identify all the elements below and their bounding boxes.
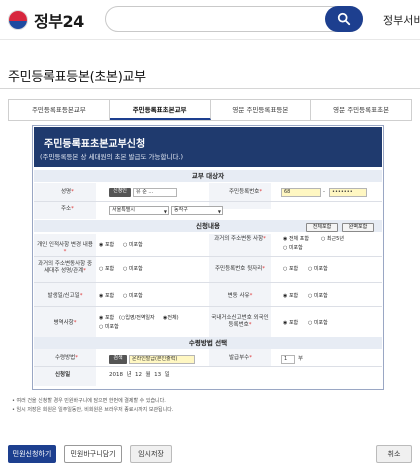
issue-date-exclude-radio[interactable]: ○ 미포함 [123,293,143,300]
military-all-radio[interactable]: ◉전체) [163,315,179,322]
tab-english-copy[interactable]: 영문 주민등록표등본 [210,100,312,120]
rrn-back-field[interactable]: ••••••• [329,188,367,197]
copies-label: 발급부수* [229,355,252,361]
receipt-method-label: 수령방법* [55,355,78,361]
row-divider [34,201,382,202]
chevron-down-icon: ▼ [217,209,221,214]
search-button[interactable] [325,6,363,32]
receipt-search-button[interactable]: 검색 [109,355,127,364]
foreign-id-label: 국내거소신고번호 외국인등록번호* [211,315,269,328]
notice-list: • 여러 건을 신청할 경우 민원바구니에 담으면 한번에 결제할 수 있습니다… [12,397,173,415]
rrn-label: 주민등록번호* [229,189,263,195]
receipt-method-field[interactable]: 온라인발급(본인출력) [129,355,195,364]
change-reason-include-radio[interactable]: ◉ 포함 [283,293,298,300]
full-include-button[interactable]: 완벽포함 [342,223,374,232]
applicant-button[interactable]: 신청인 [109,188,131,197]
tab-english-abstract[interactable]: 영문 주민등록표초본 [311,100,411,120]
householder-include-radio[interactable]: ○ 포함 [99,266,114,273]
copies-unit: 부 [298,356,304,362]
temp-save-button[interactable]: 임시저장 [130,445,172,463]
site-logo[interactable]: 정부24 [8,9,84,31]
include-all-button[interactable]: 전체포함 [306,223,338,232]
past-address-all-radio[interactable]: ◉ 전체 포함 [283,236,309,243]
notice-item: • 여러 건을 신청할 경우 민원바구니에 담으면 한번에 결제할 수 있습니다… [12,398,166,404]
chevron-down-icon: ▼ [163,209,167,214]
change-reason-exclude-radio[interactable]: ○ 미포함 [308,293,328,300]
military-include-radio[interactable]: ◉ 포함 [99,315,114,322]
title-divider [0,88,420,89]
row-divider [34,256,382,257]
district-select[interactable]: 동작구 ▼ [171,206,223,215]
address-label: 주소* [61,206,74,212]
rrn-dash: - [323,189,325,195]
issue-date-label: 발생일/신고일* [47,293,83,299]
form-header: 주민등록표초본교부신청 (주민등록등본 상 세대원의 초본 발급도 가능합니다.… [34,127,382,167]
military-exclude-radio[interactable]: ○ 미포함 [99,324,119,331]
form-title: 주민등록표초본교부신청 [44,139,146,150]
personal-history-label: 개인 인적사항 변경 내용* [37,242,93,255]
application-form: 주민등록표초본교부신청 (주민등록등본 상 세대원의 초본 발급도 가능합니다.… [32,125,384,390]
form-subtitle: (주민등록등본 상 세대원의 초본 발급도 가능합니다.) [40,153,184,161]
name-field[interactable]: 유 순 ... [133,188,177,197]
city-select[interactable]: 서울특별시 ▼ [109,206,169,215]
cancel-button[interactable]: 취소 [376,445,412,463]
section-receipt: 수령방법 선택 [34,337,382,349]
past-address-label: 과거의 주소변동 사항* [214,236,266,242]
document-type-tabs: 주민등록표등본교부 주민등록표초본교부 영문 주민등록표등본 영문 주민등록표초… [8,99,412,121]
issue-date-include-radio[interactable]: ◉ 포함 [99,293,114,300]
military-label: 병역사항* [53,320,77,326]
logo-text: 정부24 [34,12,84,31]
tab-resident-abstract[interactable]: 주민등록표초본교부 [109,100,211,120]
section-target: 교부 대상자 [34,170,382,182]
personal-history-exclude-radio[interactable]: ○ 미포함 [123,242,143,249]
rrn-front-field[interactable]: 68 [281,188,321,197]
row-divider [34,366,382,367]
foreign-exclude-radio[interactable]: ○ 미포함 [308,320,328,327]
military-dates-radio[interactable]: (○입영/전역일자 [119,315,155,322]
rrn-back-exclude-radio[interactable]: ○ 미포함 [308,266,328,273]
apply-date-label: 신청일 [55,372,71,378]
row-divider [34,306,382,307]
search-icon [337,12,351,26]
notice-item: • 임시 저장은 회원은 일주일동안, 비회원은 브라우저 종료시까지 보관됩니… [12,407,174,413]
name-label: 성명* [61,189,74,195]
foreign-include-radio[interactable]: ◉ 포함 [283,320,298,327]
change-reason-label: 변동 사유* [227,293,253,299]
householder-exclude-radio[interactable]: ○ 미포함 [123,266,143,273]
personal-history-include-radio[interactable]: ◉ 포함 [99,242,114,249]
past-address-5y-radio[interactable]: ○ 최근5년 [321,236,344,243]
page-title: 주민등록표등본(초본)교부 [8,70,146,85]
gov-service-link[interactable]: 정부서비스 [383,12,420,28]
apply-date-value: 2018 년 12 월 13 일 [109,372,170,378]
copies-field[interactable]: 1 [281,355,295,364]
householder-label: 과거의 주소변동사항 중 세대주 성명/관계* [37,261,93,274]
apply-button[interactable]: 민원신청하기 [8,445,56,463]
rrn-back-digits-label: 주민등록번호 뒷자리* [214,266,266,272]
tab-resident-copy[interactable]: 주민등록표등본교부 [9,100,110,120]
taegeuk-logo-icon [8,10,28,30]
add-to-basket-button[interactable]: 민원바구니담기 [64,445,122,463]
row-divider [34,282,382,283]
site-header: 정부24 정부서비스 [0,0,420,40]
past-address-exclude-radio[interactable]: ○ 미포함 [283,245,303,252]
rrn-back-include-radio[interactable]: ○ 포함 [283,266,298,273]
